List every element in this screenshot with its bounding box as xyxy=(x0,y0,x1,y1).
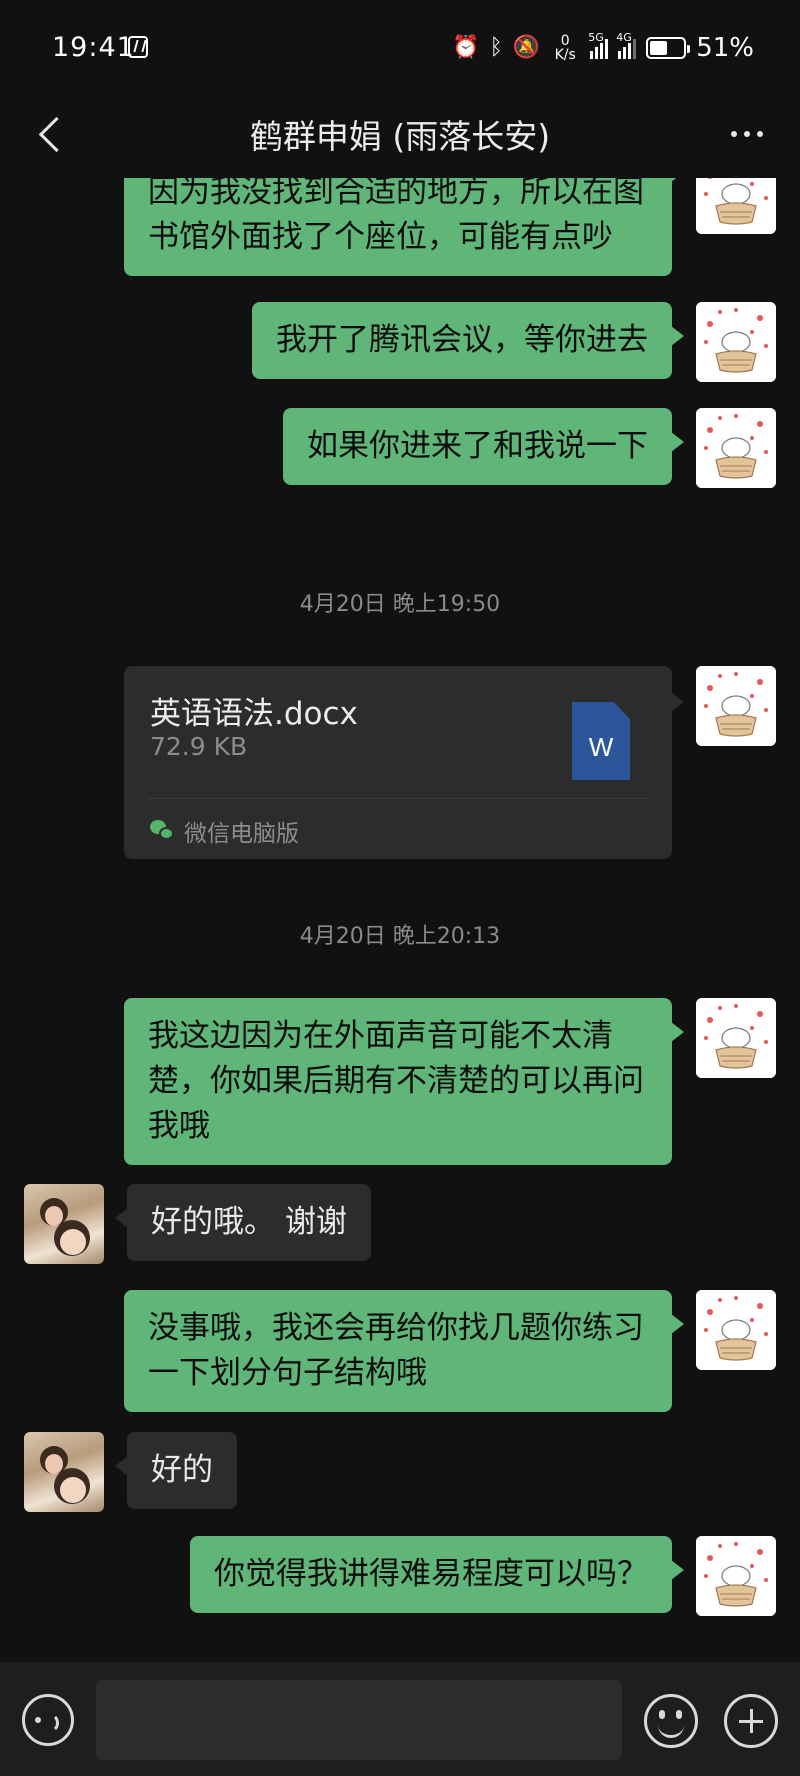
message-row: 没事哦，我还会再给你找几题你练习一下划分句子结构哦 xyxy=(0,1290,800,1412)
chat-header: 鹤群申娟 (雨落长安) xyxy=(0,96,800,178)
network-speed: 0 K/s xyxy=(550,34,580,62)
my-message-bubble[interactable]: 我开了腾讯会议，等你进去 xyxy=(252,302,684,379)
message-row: 英语语法.docx 72.9 KB W 微信电脑版 xyxy=(0,666,800,862)
timestamp: 4月20日 晚上20:13 xyxy=(299,924,501,949)
my-avatar[interactable] xyxy=(696,998,776,1078)
file-size: 72.9 KB xyxy=(150,732,248,761)
my-avatar[interactable] xyxy=(696,666,776,746)
divider xyxy=(148,798,648,799)
battery-percentage: 51% xyxy=(696,33,754,63)
emoji-icon[interactable] xyxy=(644,1694,698,1748)
my-message-bubble[interactable]: 你觉得我讲得难易程度可以吗？ xyxy=(190,1536,684,1613)
word-icon-letter: W xyxy=(588,732,614,762)
file-message-card[interactable]: 英语语法.docx 72.9 KB W 微信电脑版 xyxy=(124,666,684,859)
battery-icon xyxy=(646,37,691,59)
message-row: 你觉得我讲得难易程度可以吗？ xyxy=(0,1536,800,1618)
network-speed-value: 0 xyxy=(560,33,570,49)
contact-message-bubble[interactable]: 好的 xyxy=(115,1432,237,1509)
contact-photo-icon xyxy=(40,1198,90,1256)
more-icon[interactable] xyxy=(722,114,772,154)
contact-avatar[interactable] xyxy=(24,1432,104,1512)
my-message-bubble[interactable]: 没事哦，我还会再给你找几题你练习一下划分句子结构哦 xyxy=(124,1290,684,1412)
alarm-icon: ⏰ xyxy=(452,35,480,60)
mute-icon: 🔕 xyxy=(512,35,541,60)
signal-4g-label: 4G xyxy=(616,31,632,44)
message-input[interactable] xyxy=(96,1680,622,1760)
battery-fill xyxy=(650,41,667,55)
bluetooth-icon: ᛒ xyxy=(489,35,503,60)
status-time: 19:41 xyxy=(52,32,135,63)
my-avatar[interactable] xyxy=(696,1290,776,1370)
status-bar: 19:41 ⏰ ᛒ 🔕 0 K/s 5G 4G 51% xyxy=(0,0,800,96)
my-avatar[interactable] xyxy=(696,408,776,488)
my-message-bubble[interactable]: 因为我没找到合适的地方，所以在图书馆外面找了个座位，可能有点吵 xyxy=(124,178,684,276)
my-message-bubble[interactable]: 如果你进来了和我说一下 xyxy=(283,408,684,485)
message-row: 我开了腾讯会议，等你进去 xyxy=(0,302,800,382)
message-row: 因为我没找到合适的地方，所以在图书馆外面找了个座位，可能有点吵 xyxy=(0,178,800,298)
signal-icon: 5G xyxy=(588,31,609,59)
contact-avatar[interactable] xyxy=(24,1184,104,1264)
file-source: 微信电脑版 xyxy=(150,814,299,848)
nfc-icon xyxy=(128,36,148,58)
file-name: 英语语法.docx xyxy=(150,696,358,732)
timestamp: 4月20日 晚上19:50 xyxy=(299,592,501,617)
signal-5g-label: 5G xyxy=(588,31,604,44)
status-icons: ⏰ ᛒ 🔕 0 K/s 5G 4G 51% xyxy=(452,30,754,66)
file-source-label: 微信电脑版 xyxy=(184,821,299,847)
word-document-icon: W xyxy=(572,702,630,780)
signal-icon-secondary: 4G xyxy=(616,31,637,59)
message-row: 好的哦。 谢谢 xyxy=(0,1184,800,1266)
my-avatar[interactable] xyxy=(696,302,776,382)
cat-basket-avatar-icon xyxy=(696,178,776,234)
contact-message-bubble[interactable]: 好的哦。 谢谢 xyxy=(115,1184,371,1261)
message-row: 我这边因为在外面声音可能不太清楚，你如果后期有不清楚的可以再问我哦 xyxy=(0,998,800,1165)
message-row: 如果你进来了和我说一下 xyxy=(0,408,800,488)
chat-title: 鹤群申娟 (雨落长安) xyxy=(249,117,551,156)
message-row: 好的 xyxy=(0,1432,800,1514)
my-avatar[interactable] xyxy=(696,178,776,234)
voice-icon[interactable] xyxy=(22,1694,74,1746)
message-list[interactable]: 因为我没找到合适的地方，所以在图书馆外面找了个座位，可能有点吵 我开了腾讯会议，… xyxy=(0,178,800,1662)
my-avatar[interactable] xyxy=(696,1536,776,1616)
plus-icon[interactable] xyxy=(724,1694,778,1748)
input-bar xyxy=(0,1662,800,1776)
network-speed-unit: K/s xyxy=(554,47,576,63)
wechat-icon xyxy=(150,820,176,842)
my-message-bubble[interactable]: 我这边因为在外面声音可能不太清楚，你如果后期有不清楚的可以再问我哦 xyxy=(124,998,684,1165)
